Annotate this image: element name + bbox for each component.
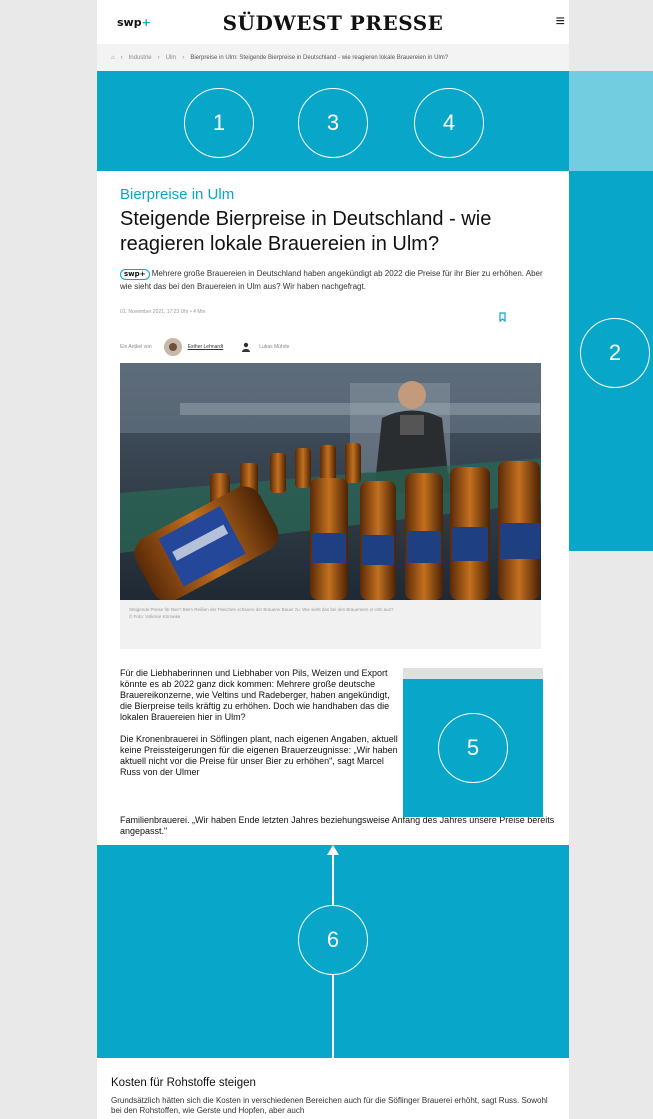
paragraph-2b: Familienbrauerei. „Wir haben Ende letzte…: [120, 815, 555, 836]
ad-zone-label-4: 4: [414, 88, 484, 158]
hamburger-menu-icon[interactable]: ≡: [556, 13, 565, 31]
site-header: swp+ SÜDWEST PRESSE ≡: [97, 0, 569, 44]
breadcrumb-item-ulm[interactable]: Ulm: [166, 55, 177, 61]
breadcrumb-item-industrie[interactable]: Industrie: [129, 55, 152, 61]
swp-plus-badge: swp+: [120, 269, 150, 280]
arrow-up-icon: [327, 845, 339, 855]
article-dateline: 01. November 2021, 17:23 Uhr • 4 Min: [120, 309, 206, 315]
article-body: Für die Liebhaberinnen und Liebhaber von…: [120, 668, 403, 789]
section-heading: Kosten für Rohstoffe steigen: [111, 1077, 256, 1089]
author-avatar[interactable]: [163, 338, 182, 356]
ad-zone-inline-header: [403, 668, 543, 679]
section-text: Grundsätzlich hätten sich die Kosten in …: [111, 1096, 548, 1115]
breadcrumb: ⌂ › Industrie › Ulm › Bierpreise in Ulm:…: [97, 44, 569, 71]
site-title[interactable]: SÜDWEST PRESSE: [97, 11, 569, 35]
photo-caption: Steigende Preise für Bier? Beim Reißen d…: [120, 600, 541, 649]
article-kicker: Bierpreise in Ulm: [120, 186, 235, 203]
paragraph-1: Für die Liebhaberinnen und Liebhaber von…: [120, 668, 390, 722]
article-teaser: swp+ Mehrere große Brauereien in Deutsch…: [120, 267, 550, 293]
article-section: Kosten für Rohstoffe steigen Grundsätzli…: [97, 1058, 569, 1119]
article-photo-beer-bottling[interactable]: [120, 363, 541, 600]
photographer-name: Lukas Mührle: [259, 344, 290, 350]
breadcrumb-current: Bierpreise in Ulm: Steigende Bierpreise …: [190, 54, 449, 61]
article-headline: Steigende Bierpreise in Deutschland - wi…: [120, 208, 492, 255]
author-prefix: Ein Artikel von: [120, 344, 152, 350]
ad-zone-label-5: 5: [438, 713, 508, 783]
ad-zone-top-right-corner[interactable]: [569, 71, 653, 171]
ad-zone-label-3: 3: [298, 88, 368, 158]
bookmark-icon[interactable]: [499, 312, 506, 322]
paragraph-2a: Die Kronenbrauerei in Söflingen plant, n…: [120, 734, 398, 777]
author-row: Ein Artikel von Esther Lehnardt Lukas Mü…: [120, 337, 289, 357]
teaser-text: Mehrere große Brauereien in Deutschland …: [120, 269, 543, 291]
ad-zone-label-1: 1: [184, 88, 254, 158]
home-icon[interactable]: ⌂: [111, 55, 115, 61]
ad-zone-label-6: 6: [298, 905, 368, 975]
author-name-link[interactable]: Esther Lehnardt: [188, 344, 224, 350]
ad-zone-label-2: 2: [580, 318, 650, 388]
person-icon: [242, 342, 251, 352]
